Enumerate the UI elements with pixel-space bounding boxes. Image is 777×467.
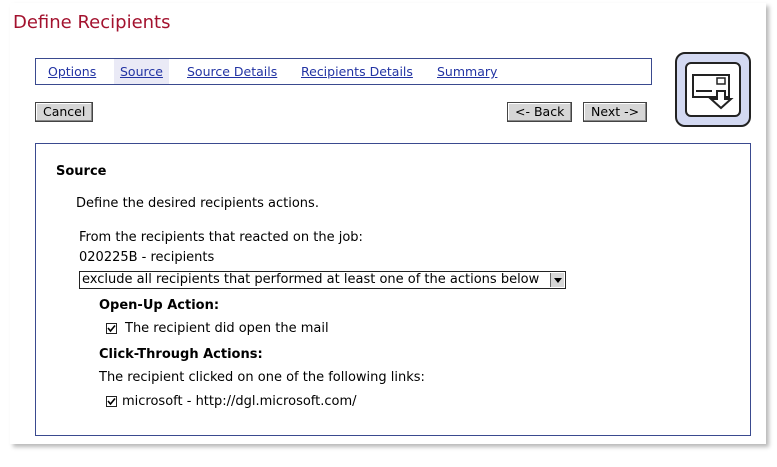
tab-source[interactable]: Source [114,59,169,84]
chevron-down-icon[interactable] [550,273,564,287]
source-panel [35,143,751,436]
cancel-button[interactable]: Cancel [35,102,94,122]
recipient-filter-select[interactable]: exclude all recipients that performed at… [79,271,566,289]
wizard-nav: Options Source Source Details Recipients… [35,58,652,85]
tab-options[interactable]: Options [42,59,102,84]
section-heading: Source [56,164,107,179]
back-button[interactable]: <- Back [507,102,573,122]
job-line: 020225B - recipients [79,250,215,265]
next-button[interactable]: Next -> [583,102,648,122]
envelope-icon [685,62,741,117]
open-mail-checkbox[interactable] [106,323,117,334]
click-through-heading: Click-Through Actions: [99,347,263,362]
instructions-text: Define the desired recipients actions. [76,196,319,211]
page-title: Define Recipients [13,12,171,33]
checkmark-icon [107,324,116,333]
open-up-heading: Open-Up Action: [99,298,220,313]
link-checkbox[interactable] [106,396,117,407]
open-mail-label: The recipient did open the mail [125,321,329,336]
tab-summary[interactable]: Summary [431,59,503,84]
from-label: From the recipients that reacted on the … [79,230,363,245]
tab-recipients-details[interactable]: Recipients Details [295,59,419,84]
checkmark-icon [107,397,116,406]
click-through-description: The recipient clicked on one of the foll… [99,370,425,385]
recipients-wizard-icon [675,52,751,127]
tab-source-details[interactable]: Source Details [181,59,283,84]
link-label: microsoft - http://dgl.microsoft.com/ [122,394,357,409]
recipient-filter-selected: exclude all recipients that performed at… [82,272,540,287]
